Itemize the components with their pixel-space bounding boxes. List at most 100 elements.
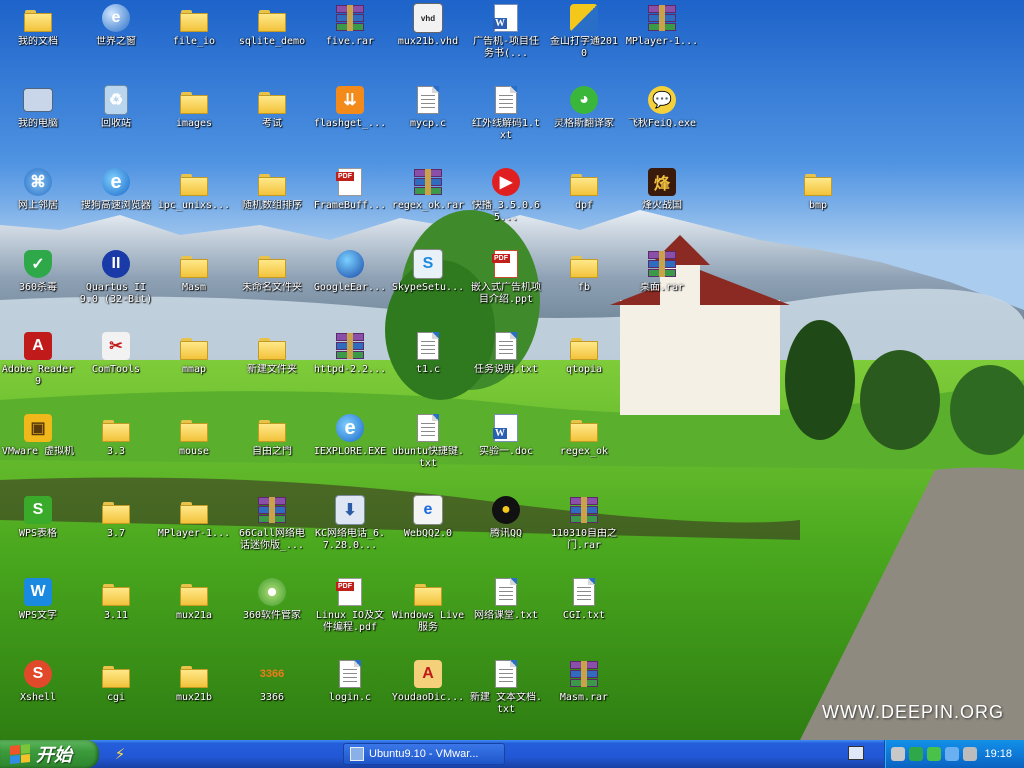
desktop-icon[interactable]: regex_ok.rar [390,166,466,212]
desktop-icon[interactable]: 广告机-项目任务书(... [468,2,544,60]
desktop-icon[interactable]: A Adobe Reader 9 [0,330,76,388]
desktop-icon[interactable]: 💬 飞秋FeiQ.exe [624,84,700,130]
desktop-icon[interactable]: 360软件管家 [234,576,310,622]
desktop-icon[interactable]: ubuntu快捷键.txt [390,412,466,470]
start-button[interactable]: 开始 [0,740,99,768]
desktop-icon-label: 我的电脑 [18,118,58,129]
folder-icon [568,248,600,280]
desktop-icon[interactable]: 任务说明.txt [468,330,544,376]
desktop-icon[interactable]: vhd mux21b.vhd [390,2,466,48]
desktop-icon[interactable]: 我的文档 [0,2,76,48]
desktop-icon[interactable]: 金山打字通2010 [546,2,622,60]
desktop-icon-label: 网络课堂.txt [473,610,539,621]
desktop-icon[interactable]: ▣ VMware 虚拟机 [0,412,76,458]
mydocs-icon [22,2,54,34]
desktop-icon[interactable]: 随机数组排序 [234,166,310,212]
volume-tray-icon[interactable] [963,747,977,761]
desktop-icon[interactable]: e IEXPLORE.EXE [312,412,388,458]
desktop-icon[interactable]: 我的电脑 [0,84,76,130]
desktop-icon[interactable]: 红外线解码1.txt [468,84,544,142]
desktop-icon[interactable]: mux21a [156,576,232,622]
text-icon [412,412,444,444]
antivirus-tray-icon[interactable] [927,747,941,761]
desktop-icon[interactable]: 66Call网络电话迷你版_... [234,494,310,552]
ie-icon: e [334,412,366,444]
taskbar-window-button[interactable]: Ubuntu9.10 - VMwar... [343,743,505,765]
desktop-icon[interactable]: e 世界之窗 [78,2,154,48]
network-tray-icon[interactable] [945,747,959,761]
desktop-icon[interactable]: FrameBuff... [312,166,388,212]
desktop-icon[interactable]: ● 腾讯QQ [468,494,544,540]
desktop-icon[interactable]: mux21b [156,658,232,704]
desktop-icon-label: 烽火战国 [642,200,682,211]
desktop-icon[interactable]: qtopia [546,330,622,376]
text-icon [412,84,444,116]
desktop-icon[interactable]: 网络课堂.txt [468,576,544,622]
desktop-icon[interactable]: Masm [156,248,232,294]
desktop-icon[interactable]: httpd-2.2... [312,330,388,376]
desktop-icon[interactable]: 3.11 [78,576,154,622]
desktop-icon[interactable]: ♻ 回收站 [78,84,154,130]
desktop-icon[interactable]: 未命名文件夹 [234,248,310,294]
keyboard-language-icon[interactable] [848,746,864,760]
desktop-icon[interactable]: ◕ 灵格斯翻译家 [546,84,622,130]
desktop-icon[interactable]: MPlayer-1... [624,2,700,48]
desktop-icon[interactable]: mycp.c [390,84,466,130]
desktop-icon[interactable]: fb [546,248,622,294]
quick-launch-flashget-icon[interactable]: ⚡ [108,744,132,764]
desktop-icon[interactable]: 烽烽火战国 [624,166,700,212]
desktop-icon[interactable]: five.rar [312,2,388,48]
desktop-icon[interactable]: ✂ ComTools [78,330,154,376]
desktop-icon[interactable]: 新建文件夹 [234,330,310,376]
desktop-icon[interactable]: ✓ 360杀毒 [0,248,76,294]
desktop-icon[interactable]: file_io [156,2,232,48]
desktop-icon[interactable]: S SkypeSetu... [390,248,466,294]
desktop-icon[interactable]: GoogleEar... [312,248,388,294]
folder-icon [568,330,600,362]
parrot-tray-icon[interactable] [891,747,905,761]
desktop-icon[interactable]: A YoudaoDic... [390,658,466,704]
desktop-icon[interactable]: 嵌入式广告机项目介绍.ppt [468,248,544,306]
desktop-icon[interactable]: ⌘ 网上邻居 [0,166,76,212]
desktop-icon-label: WPS表格 [18,528,58,539]
shield-tray-icon[interactable] [909,747,923,761]
desktop-icon[interactable]: 新建 文本文档.txt [468,658,544,716]
desktop-icon[interactable]: CGI.txt [546,576,622,622]
desktop-icon[interactable]: 自由之門 [234,412,310,458]
desktop-icon[interactable]: login.c [312,658,388,704]
desktop-icon-label: KC网络电话_6.7.28.0... [314,528,386,551]
desktop-icon[interactable]: images [156,84,232,130]
desktop-icon[interactable]: mouse [156,412,232,458]
desktop-icon[interactable]: dpf [546,166,622,212]
desktop-icon[interactable]: ⇊ flashget_... [312,84,388,130]
desktop-icon[interactable]: S WPS表格 [0,494,76,540]
desktop-icon[interactable]: Masm.rar [546,658,622,704]
desktop-icon[interactable]: 3.7 [78,494,154,540]
desktop-icon[interactable]: 3366 3366 [234,658,310,704]
desktop-icon[interactable]: 3.3 [78,412,154,458]
desktop-icon[interactable]: 桌面.rar [624,248,700,294]
desktop-icon[interactable]: Linux IO及文件编程.pdf [312,576,388,634]
desktop-icon-label: 回收站 [101,118,131,129]
desktop-icon[interactable]: II Quartus II 9.0 (32-Bit) [78,248,154,306]
desktop-icon[interactable]: cgi [78,658,154,704]
desktop-icon[interactable]: W WPS文字 [0,576,76,622]
desktop-icon[interactable]: bmp [780,166,856,212]
desktop-icon[interactable]: regex_ok [546,412,622,458]
desktop-icon[interactable]: sqlite_demo [234,2,310,48]
desktop-icon[interactable]: 考试 [234,84,310,130]
desktop-icon[interactable]: Windows Live 服务 [390,576,466,634]
desktop-icon[interactable]: MPlayer-1... [156,494,232,540]
desktop-icon[interactable]: 110310自由之门.rar [546,494,622,552]
clock[interactable]: 19:18 [984,748,1012,760]
desktop-icon[interactable]: e WebQQ2.0 [390,494,466,540]
desktop-icon[interactable]: mmap [156,330,232,376]
desktop-icon[interactable]: e 搜狗高速浏览器 [78,166,154,212]
desktop-icon-label: Windows Live 服务 [391,610,465,633]
desktop-icon[interactable]: ⬇ KC网络电话_6.7.28.0... [312,494,388,552]
desktop-icon[interactable]: ipc_unixs... [156,166,232,212]
desktop-icon[interactable]: S Xshell [0,658,76,704]
desktop-icon[interactable]: ▶ 快播_3.5.0.65... [468,166,544,224]
desktop-icon[interactable]: 实验一.doc [468,412,544,458]
desktop-icon[interactable]: t1.c [390,330,466,376]
